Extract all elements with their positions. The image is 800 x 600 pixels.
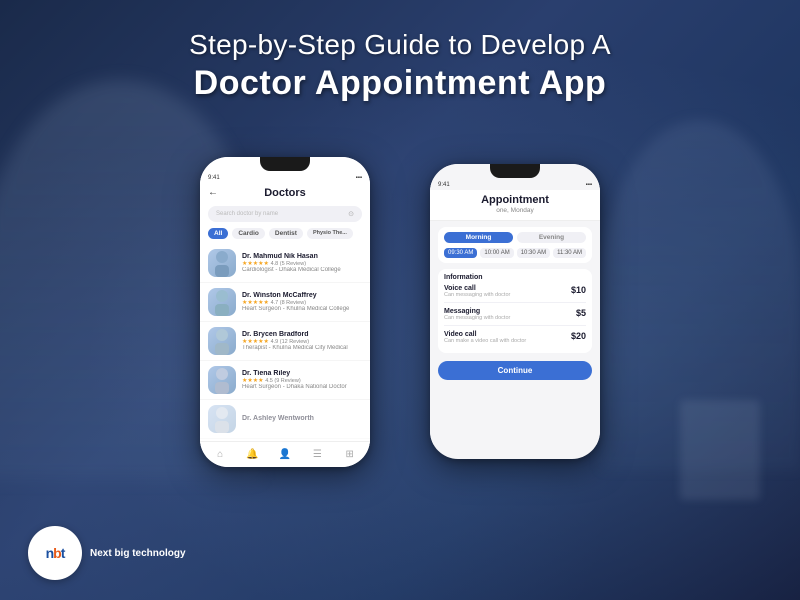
doctor-info-1: Dr. Mahmud Nik Hasan ★★★★★ 4.8 (5 Review… [242,253,362,273]
signal-right: ▪▪▪ [586,182,592,188]
main-content: Step-by-Step Guide to Develop A Doctor A… [0,0,800,600]
doctor-item[interactable]: Dr. Brycen Bradford ★★★★★ 4.9 (12 Review… [200,322,370,361]
doctor-item[interactable]: Dr. Winston McCaffrey ★★★★★ 4.7 (8 Revie… [200,283,370,322]
time-slot-1030[interactable]: 10:30 AM [517,248,550,258]
phone-notch-left [260,157,310,171]
doctor-info-2: Dr. Winston McCaffrey ★★★★★ 4.7 (8 Revie… [242,292,362,312]
nav-person-icon[interactable]: 👤 [277,446,293,453]
service-item-video: Video call Can make a video call with do… [444,331,586,348]
filter-physio[interactable]: Physio The... [307,228,353,239]
time-tab-evening[interactable]: Evening [517,232,586,243]
time-left: 9:41 [208,175,220,181]
time-tabs: Morning Evening [444,232,586,243]
service-video-price: $20 [571,331,586,341]
logo-t: t [61,545,65,561]
search-icon: ⊙ [348,210,354,218]
doctor-stars-4: ★★★★ 4.5 (9 Review) [242,377,362,384]
doctor-item[interactable]: Dr. Mahmud Nik Hasan ★★★★★ 4.8 (5 Review… [200,244,370,283]
filter-all[interactable]: All [208,228,228,239]
nav-home-icon[interactable]: ⌂ [212,446,228,453]
service-messaging-price: $5 [576,308,586,318]
doctor-specialty-2: Heart Surgeon - Khulna Medical College [242,306,362,312]
nav-grid-icon[interactable]: ⊞ [342,446,358,453]
time-slot-0930[interactable]: 09:30 AM [444,248,477,258]
doctor-stars-2: ★★★★★ 4.7 (8 Review) [242,299,362,306]
service-voice-desc: Can messaging with doctor [444,292,510,298]
logo-circle: nbt [28,526,82,580]
doctor-list: Dr. Mahmud Nik Hasan ★★★★★ 4.8 (5 Review… [200,242,370,441]
service-video-name: Video call [444,331,526,338]
service-video-left: Video call Can make a video call with do… [444,331,526,344]
phone-doctors: 9:41 ▪▪▪ ← Doctors Search doctor by name… [200,157,370,467]
doctor-name-4: Dr. Tiena Riley [242,370,362,377]
appointment-date: one, Monday [438,207,592,214]
service-voice-price: $10 [571,285,586,295]
time-tab-morning[interactable]: Morning [444,232,513,243]
bottom-nav-left: ⌂ 🔔 👤 ☰ ⊞ [200,441,370,453]
time-slot-1000[interactable]: 10:00 AM [480,248,513,258]
doctor-name-3: Dr. Brycen Bradford [242,331,362,338]
doctor-item[interactable]: Dr. Ashley Wentworth [200,400,370,439]
appointment-title: Appointment [438,194,592,206]
phone-notch-right [490,164,540,178]
service-messaging-left: Messaging Can messaging with doctor [444,308,510,321]
logo-company-name: Next big technology [90,547,186,560]
headline-line2: Doctor Appointment App [194,64,607,103]
doctor-avatar-5 [208,405,236,433]
phones-container: 9:41 ▪▪▪ ← Doctors Search doctor by name… [180,127,620,467]
service-item-voice: Voice call Can messaging with doctor $10 [444,285,586,303]
info-section-title: Information [444,274,586,281]
doctor-stars-3: ★★★★★ 4.9 (12 Review) [242,338,362,345]
info-section: Information Voice call Can messaging wit… [438,269,592,353]
filter-cardio[interactable]: Cardio [232,228,265,239]
time-slots: 09:30 AM 10:00 AM 10:30 AM 11:30 AM [444,248,586,258]
filter-dentist[interactable]: Dentist [269,228,303,239]
logo-b: b [53,545,61,561]
appointment-header: Appointment one, Monday [430,190,600,221]
nav-list-icon[interactable]: ☰ [309,446,325,453]
search-bar[interactable]: Search doctor by name ⊙ [208,206,362,222]
doctor-avatar-1 [208,249,236,277]
doctor-info-5: Dr. Ashley Wentworth [242,415,362,422]
status-bar-left: 9:41 ▪▪▪ [200,171,370,183]
logo-container: nbt Next big technology [28,526,186,580]
service-messaging-desc: Can messaging with doctor [444,315,510,321]
logo-text-block: Next big technology [90,547,186,560]
logo-letters: nbt [46,545,65,561]
screen-header-left: ← Doctors [200,183,370,203]
doctor-specialty-3: Therapist - Khulna Medical City Medical [242,345,362,351]
service-messaging-name: Messaging [444,308,510,315]
status-bar-right: 9:41 ▪▪▪ [430,178,600,190]
time-section: Morning Evening 09:30 AM 10:00 AM 10:30 … [438,227,592,263]
doctor-specialty-1: Cardiologist - Dhaka Medical College [242,267,362,273]
time-slot-1130[interactable]: 11:30 AM [553,248,586,258]
doctor-avatar-3 [208,327,236,355]
nav-bell-icon[interactable]: 🔔 [245,446,261,453]
screen-title-left: Doctors [226,187,344,199]
service-voice-left: Voice call Can messaging with doctor [444,285,510,298]
signal-icons: ▪▪▪ [356,175,362,181]
service-video-desc: Can make a video call with doctor [444,338,526,344]
headline-line1: Step-by-Step Guide to Develop A [189,28,611,62]
doctor-item[interactable]: Dr. Tiena Riley ★★★★ 4.5 (9 Review) Hear… [200,361,370,400]
phone-appointment: 9:41 ▪▪▪ Appointment one, Monday Morning… [430,164,600,459]
doctor-name-2: Dr. Winston McCaffrey [242,292,362,299]
service-voice-name: Voice call [444,285,510,292]
doctor-info-4: Dr. Tiena Riley ★★★★ 4.5 (9 Review) Hear… [242,370,362,390]
appointment-screen: 9:41 ▪▪▪ Appointment one, Monday Morning… [430,164,600,445]
doctor-avatar-2 [208,288,236,316]
doctors-screen: 9:41 ▪▪▪ ← Doctors Search doctor by name… [200,157,370,453]
doctor-info-3: Dr. Brycen Bradford ★★★★★ 4.9 (12 Review… [242,331,362,351]
doctor-stars-1: ★★★★★ 4.8 (5 Review) [242,260,362,267]
service-item-messaging: Messaging Can messaging with doctor $5 [444,308,586,326]
doctor-specialty-4: Heart Surgeon - Dhaka National Doctor [242,384,362,390]
doctor-avatar-4 [208,366,236,394]
doctor-name-5: Dr. Ashley Wentworth [242,415,362,422]
back-arrow-icon[interactable]: ← [208,187,218,198]
search-placeholder: Search doctor by name [216,211,278,217]
time-right: 9:41 [438,182,450,188]
continue-button[interactable]: Continue [438,361,592,380]
filter-tabs: All Cardio Dentist Physio The... [200,225,370,242]
doctor-name-1: Dr. Mahmud Nik Hasan [242,253,362,260]
